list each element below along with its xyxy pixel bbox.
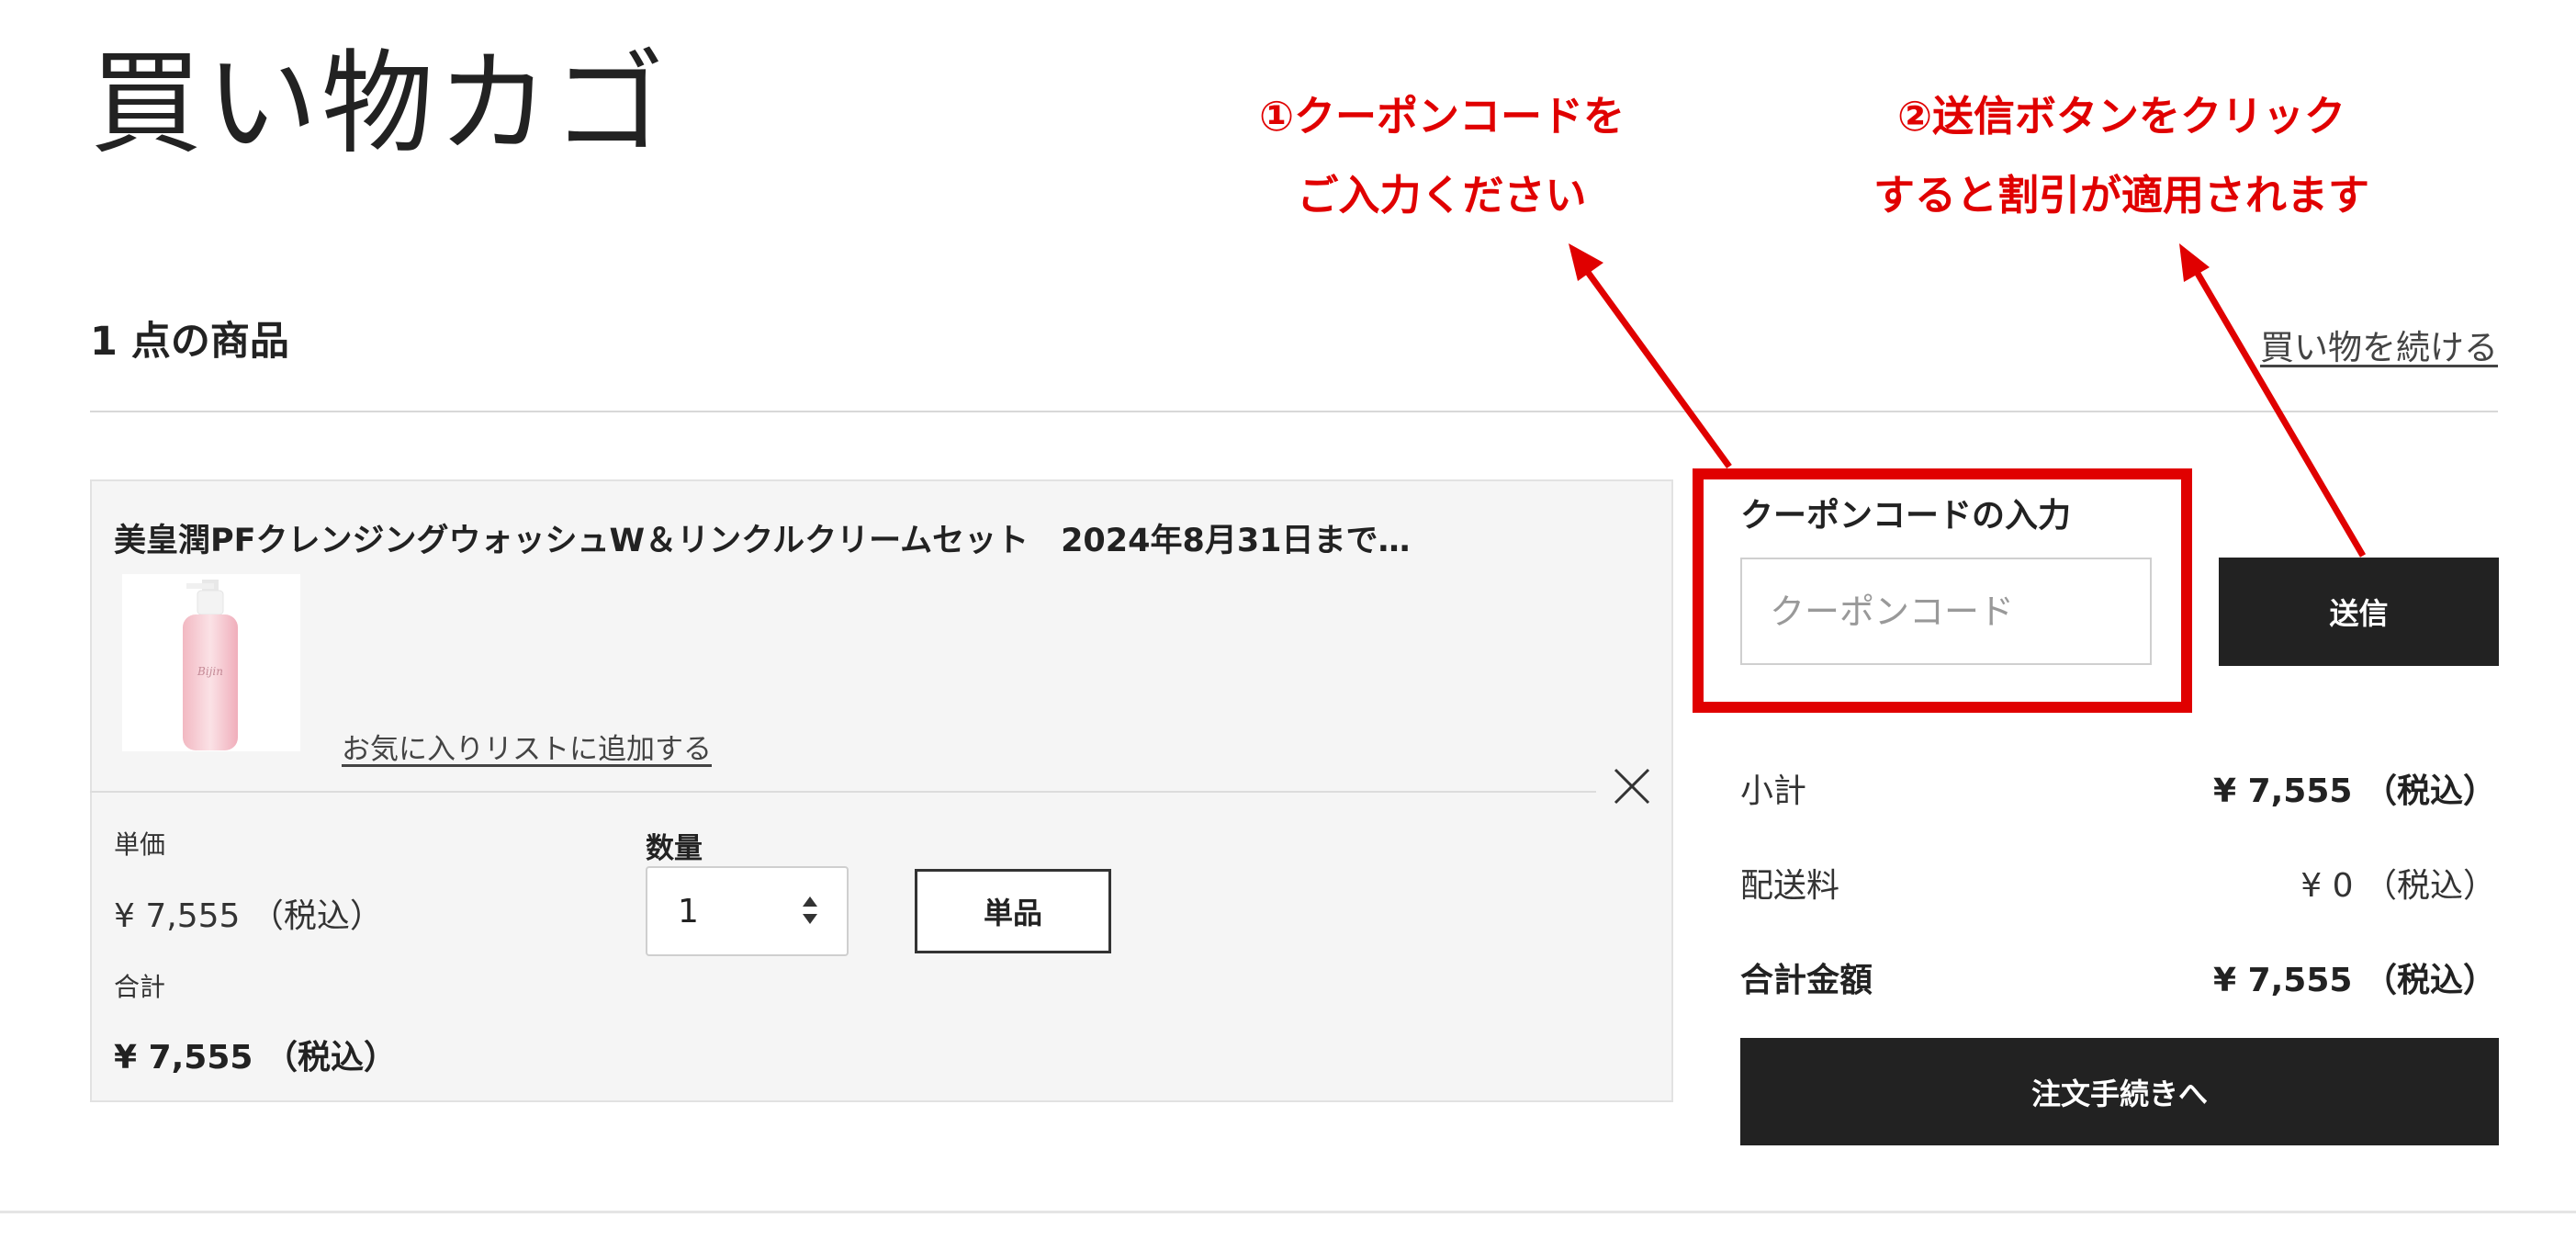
select-arrows-icon [801,895,819,926]
item-total-value: ¥ 7,555 （税込） [114,1039,397,1077]
continue-shopping-link[interactable]: 買い物を続ける [2260,320,2498,369]
product-name[interactable]: 美皇潤PFクレンジングウォッシュW＆リンクルクリームセット 2024年8月31日… [114,514,1411,561]
annotation-step1-line1: ①クーポンコードを [1258,92,1625,141]
add-to-favorites-link[interactable]: お気に入りリストに追加する [342,726,712,767]
subtotal-value: ¥ 7,555 （税込） [2213,772,2496,810]
quantity-value: 1 [678,893,699,930]
grand-total-value: ¥ 7,555 （税込） [2213,962,2496,999]
annotation-highlight-box [1693,468,2192,713]
annotation-arrow-head [2179,243,2210,282]
checkout-button[interactable]: 注文手続きへ [1740,1038,2499,1145]
quantity-label: 数量 [646,832,703,865]
annotation-step2: ②送信ボタンをクリック すると割引が適用されます [1763,77,2480,235]
annotation-arrow-head [1569,243,1603,281]
coupon-submit-button[interactable]: 送信 [2219,558,2499,666]
item-count: 1 点の商品 [90,319,289,365]
annotation-arrow [1584,268,1732,469]
annotation-step1: ①クーポンコードを ご入力ください [1185,77,1699,235]
annotation-step2-line1: ②送信ボタンをクリック [1896,92,2346,141]
divider [90,791,1596,793]
annotation-step2-line2: すると割引が適用されます [1873,171,2369,220]
subtotal-label: 小計 [1740,772,1807,810]
shipping-value: ¥ 0 （税込） [2300,867,2496,905]
annotation-arrow [2193,270,2367,558]
product-bottle-image: Bijin [183,580,238,750]
svg-text:Bijin: Bijin [197,665,223,678]
item-total-label: 合計 [114,972,166,1002]
single-item-button[interactable]: 単品 [915,869,1111,953]
divider [90,411,2498,412]
divider [0,1211,2576,1213]
unit-price-label: 単価 [114,829,166,860]
shipping-label: 配送料 [1740,867,1840,905]
product-thumbnail[interactable]: Bijin [122,574,300,751]
unit-price-value: ¥ 7,555 （税込） [114,897,383,935]
close-icon[interactable] [1606,761,1658,812]
grand-total-label: 合計金額 [1740,962,1873,999]
page-title: 買い物カゴ [90,39,669,169]
annotation-step1-line2: ご入力ください [1297,171,1587,220]
